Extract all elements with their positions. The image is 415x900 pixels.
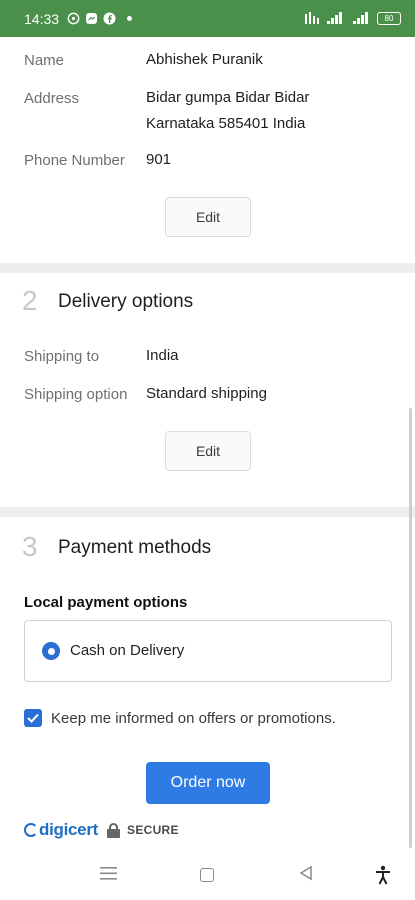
signal-4g-icon	[351, 11, 369, 27]
status-bar: 14:33 80	[0, 0, 415, 37]
promotions-checkbox[interactable]	[24, 709, 42, 727]
section-divider	[0, 263, 415, 273]
signal-icon	[327, 11, 343, 27]
digicert-logo: digicert	[24, 820, 98, 840]
notification-dot-icon	[127, 16, 133, 21]
payment-option-label: Cash on Delivery	[70, 642, 185, 659]
name-value: Abhishek Puranik	[146, 51, 263, 68]
name-label: Name	[24, 52, 65, 69]
phone-label: Phone Number	[24, 152, 125, 169]
secure-label: SECURE	[127, 823, 179, 837]
lock-icon	[107, 822, 121, 838]
radio-selected-icon[interactable]	[42, 642, 60, 660]
section-number: 2	[22, 285, 38, 316]
section-number: 3	[22, 531, 38, 562]
address-label: Address	[24, 90, 80, 107]
section-title: Payment methods	[58, 537, 212, 558]
facebook-icon	[103, 12, 116, 25]
menu-icon[interactable]	[100, 865, 117, 886]
shipping-option-value: Standard shipping	[146, 385, 267, 402]
scrollbar[interactable]	[409, 408, 412, 848]
clock: 14:33	[24, 10, 60, 27]
shipping-to-label: Shipping to	[24, 348, 100, 365]
battery-icon: 80	[377, 12, 401, 25]
phone-value: 901	[146, 151, 172, 168]
edit-contact-button[interactable]: Edit	[165, 197, 251, 237]
order-now-button[interactable]: Order now	[146, 762, 270, 804]
whatsapp-icon	[67, 12, 80, 25]
back-icon[interactable]	[298, 865, 314, 886]
section-divider	[0, 507, 415, 517]
home-icon[interactable]	[200, 868, 214, 882]
shipping-option-label: Shipping option	[24, 386, 128, 403]
local-payment-title: Local payment options	[24, 594, 188, 611]
digicert-badge: digicert SECURE	[24, 820, 179, 840]
payment-option-cod[interactable]: Cash on Delivery	[24, 620, 392, 682]
promotions-label[interactable]: Keep me informed on offers or promotions…	[51, 710, 336, 727]
delivery-section: 2 Delivery options Shipping to India Shi…	[0, 273, 415, 507]
system-nav-bar	[0, 848, 415, 900]
address-line-1: Bidar gumpa Bidar Bidar	[146, 89, 310, 106]
contact-section: Name Abhishek Puranik Address Bidar gump…	[0, 37, 415, 263]
address-line-2: Karnataka 585401 India	[146, 115, 306, 132]
checkmark-icon	[27, 713, 39, 723]
edit-delivery-button[interactable]: Edit	[165, 431, 251, 471]
messenger-icon	[85, 12, 98, 25]
data-activity-icon	[305, 11, 319, 27]
accessibility-icon[interactable]	[375, 865, 391, 890]
shipping-to-value: India	[146, 347, 179, 364]
section-title: Delivery options	[58, 291, 194, 312]
